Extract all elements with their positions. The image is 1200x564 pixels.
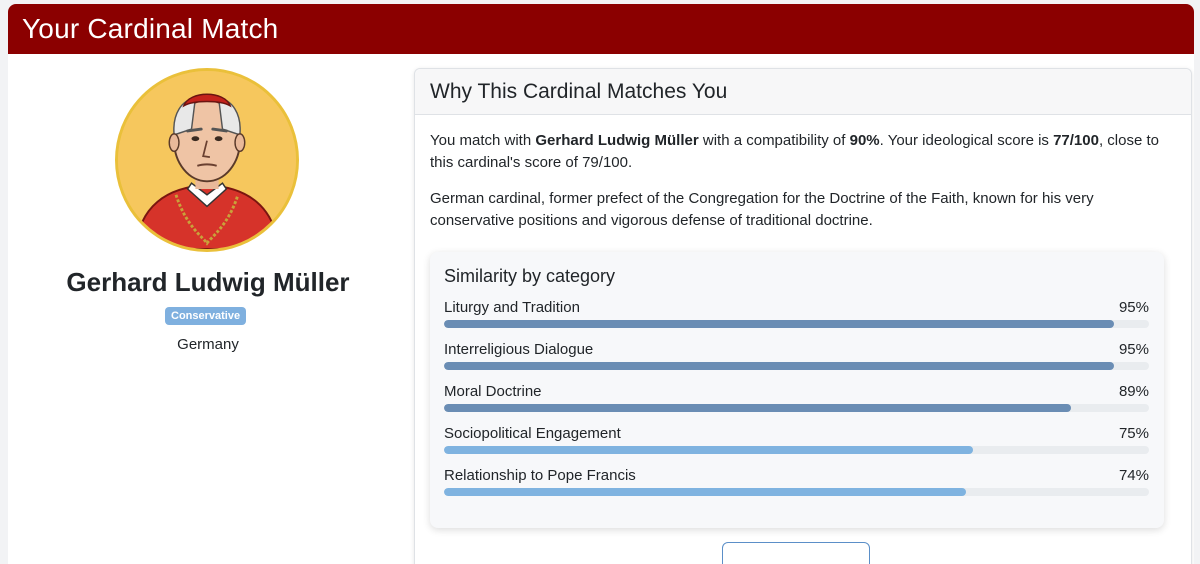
cardinal-portrait-icon (115, 68, 299, 252)
cardinal-country: Germany (177, 336, 239, 353)
match-explanation-card: Why This Cardinal Matches You You match … (414, 68, 1192, 564)
similarity-percent: 75% (1118, 425, 1149, 442)
similarity-progress-track (444, 362, 1149, 370)
similarity-panel: Similarity by category Liturgy and Tradi… (430, 252, 1164, 528)
similarity-label: Liturgy and Tradition (444, 299, 580, 316)
similarity-progress-fill (444, 362, 1114, 370)
similarity-label: Sociopolitical Engagement (444, 425, 621, 442)
similarity-progress-track (444, 320, 1149, 328)
similarity-label: Interreligious Dialogue (444, 341, 594, 358)
summary-cardinal-name: Gerhard Ludwig Müller (535, 132, 699, 149)
cardinal-name: Gerhard Ludwig Müller (66, 267, 350, 297)
similarity-progress-fill (444, 404, 1072, 412)
similarity-progress-track (444, 488, 1149, 496)
cardinal-profile: Gerhard Ludwig Müller Conservative Germa… (8, 54, 408, 564)
cardinal-description: German cardinal, former prefect of the C… (430, 190, 1094, 229)
similarity-row: Liturgy and Tradition 95% (444, 299, 1149, 337)
card-header: Why This Cardinal Matches You (415, 69, 1191, 115)
similarity-progress-fill (444, 446, 973, 454)
results-panel: Your Cardinal Match Gerhard Ludwig Mülle… (8, 4, 1194, 564)
similarity-percent: 95% (1118, 341, 1149, 358)
similarity-progress-track (444, 446, 1149, 454)
similarity-row: Interreligious Dialogue 95% (444, 341, 1149, 379)
similarity-percent: 74% (1118, 467, 1149, 484)
similarity-label: Moral Doctrine (444, 383, 542, 400)
similarity-percent: 95% (1118, 299, 1149, 316)
compatibility-value: 90% (849, 132, 880, 149)
similarity-percent: 89% (1118, 383, 1149, 400)
card-body: You match with Gerhard Ludwig Müller wit… (415, 115, 1191, 232)
page-header: Your Cardinal Match (8, 4, 1194, 54)
ideology-badge: Conservative (165, 307, 247, 325)
similarity-label: Relationship to Pope Francis (444, 467, 636, 484)
similarity-row: Sociopolitical Engagement 75% (444, 425, 1149, 463)
similarity-progress-track (444, 404, 1149, 412)
similarity-progress-fill (444, 320, 1114, 328)
match-summary: You match with Gerhard Ludwig Müller wit… (430, 132, 1159, 171)
similarity-row: Moral Doctrine 89% (444, 383, 1149, 421)
similarity-progress-fill (444, 488, 966, 496)
action-button[interactable] (722, 542, 870, 564)
card-title: Why This Cardinal Matches You (430, 79, 728, 103)
similarity-title: Similarity by category (444, 266, 616, 286)
user-score-value: 77/100 (1053, 132, 1099, 149)
page-title: Your Cardinal Match (22, 13, 279, 44)
similarity-row: Relationship to Pope Francis 74% (444, 467, 1149, 505)
